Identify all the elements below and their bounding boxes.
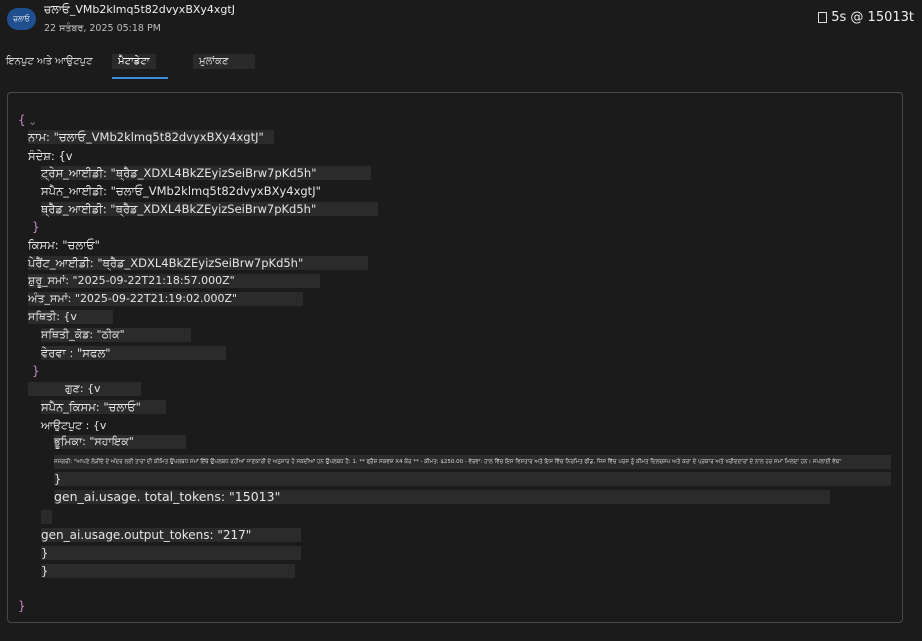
json-output-tokens: gen_ai.usage.output_tokens: "217" (41, 528, 301, 542)
json-name: ਨਾਮ: "ਚਲਾਓ_VMb2klmq5t82dvyxBXy4xgtJ" (28, 130, 274, 144)
json-kind: ਕਿਸਮ: "ਚਲਾਓ" (28, 238, 100, 252)
json-parent-id: ਪੇਰੈਂਟ_ਆਈਡੀ: "ਥ੍ਰੈਡ_XDXL4BkZEyizSeiBrw7p… (28, 256, 368, 270)
json-end-time: ਅੰਤ_ਸਮਾਂ: "2025-09-22T21:19:02.000Z" (28, 292, 303, 306)
metadata-json-viewer: { ⌄ ਨਾਮ: "ਚਲਾਓ_VMb2klmq5t82dvyxBXy4xgtJ"… (7, 92, 903, 623)
json-content: ਸਮੱਗਰੀ: "ਆਪਣੇ ਲੋੜੀਂਦੇ ਦੇ ਅੰਦਰ ਲਈ ਤਾਰਾਂ ਦ… (54, 455, 891, 469)
json-attributes[interactable]: ਗੁਣ: {v (28, 382, 141, 396)
json-close-root: } (18, 599, 26, 613)
collapse-chevron-icon[interactable]: ⌄ (28, 115, 37, 129)
run-date: 22 ਸਤੰਬਰ, 2025 05:18 PM (44, 23, 161, 34)
json-status-code: ਸਥਿਤੀ_ਕੋਡ: "ਠੀਕ" (41, 328, 191, 342)
json-total-tokens: gen_ai.usage. total_tokens: "15013" (54, 490, 830, 504)
run-stats: 5s @ 15013t (818, 10, 914, 25)
json-span-kind: ਸਪੈਨ_ਕਿਸਮ: "ਚਲਾਓ" (41, 400, 166, 414)
json-close-output: } (54, 472, 891, 486)
json-status[interactable]: ਸਥਿਤੀ: {v (28, 310, 113, 324)
json-close-attrs: } (41, 546, 301, 560)
tab-metadata[interactable]: ਮੈਟਾਡੇਟਾ (112, 54, 156, 69)
run-title: ਚਲਾਓ_VMb2klmq5t82dvyxBXy4xgtJ (44, 3, 235, 16)
json-trace-id: ਟ੍ਰੇਸ_ਆਈਡੀ: "ਥ੍ਰੈਡ_XDXL4BkZEyizSeiBrw7pK… (41, 166, 371, 180)
json-role: ਭੂਮਿਕਾ: "ਸਹਾਇਕ" (54, 435, 186, 449)
run-avatar: ਚਲਾਓ (7, 8, 36, 30)
tab-input-output[interactable]: ਇਨਪੁਟ ਅਤੇ ਆਉਟਪੁਟ (0, 54, 99, 69)
clock-icon (818, 12, 828, 23)
run-stats-text: 5s @ 15013t (831, 10, 914, 25)
json-description: ਵੇਰਵਾ : "ਸਫਲ" (41, 346, 226, 360)
json-start-time: ਸ਼ੁਰੂ_ਸਮਾਂ: "2025-09-22T21:18:57.000Z" (28, 274, 320, 288)
json-span-id: ਸਪੈਨ_ਆਈਡੀ: "ਚਲਾਓ_VMb2klmq5t82dvyxBXy4xgt… (41, 184, 321, 198)
run-header: ਚਲਾਓ ਚਲਾਓ_VMb2klmq5t82dvyxBXy4xgtJ 22 ਸਤ… (0, 0, 922, 46)
json-close-status: } (32, 364, 40, 378)
tab-evaluation[interactable]: ਮੁਲਾਂਕਣ (193, 54, 255, 69)
json-close-root-inner: } (41, 564, 295, 578)
json-open-brace: { (18, 113, 26, 127)
json-gap (41, 510, 52, 524)
active-tab-indicator (112, 77, 168, 79)
tab-bar: ਇਨਪੁਟ ਅਤੇ ਆਉਟਪੁਟ ਮੈਟਾਡੇਟਾ ਮੁਲਾਂਕਣ (0, 50, 922, 80)
json-output[interactable]: ਆਉਟਪੁਟ : {v (41, 419, 106, 433)
json-close-context: } (32, 220, 40, 234)
json-thread-id: ਥ੍ਰੈਡ_ਆਈਡੀ: "ਥ੍ਰੈਡ_XDXL4BkZEyizSeiBrw7pK… (41, 202, 378, 216)
json-context[interactable]: ਸੰਦੇਸ਼: {v (28, 149, 73, 163)
